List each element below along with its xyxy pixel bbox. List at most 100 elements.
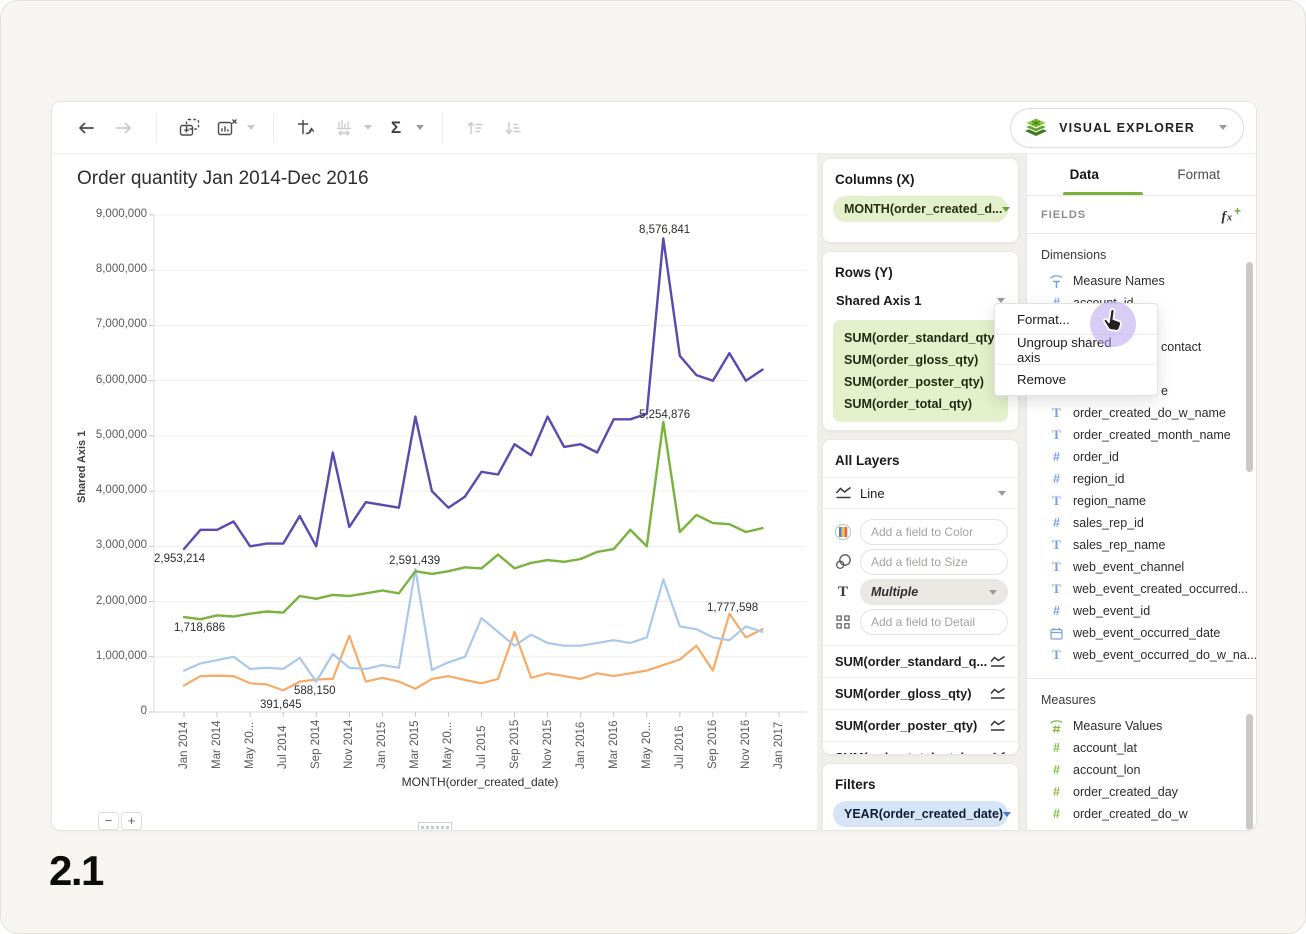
dimension-region-id[interactable]: #region_id <box>1027 468 1256 490</box>
dimension-sales-rep-name[interactable]: Tsales_rep_name <box>1027 534 1256 556</box>
x-tick-label: Jul 2014 <box>277 726 289 769</box>
layer-measure-sum-order-poster-qty[interactable]: SUM(order_poster_qty) <box>823 709 1018 741</box>
shared-axis-label: Shared Axis 1 <box>836 293 922 308</box>
rows-pill-group[interactable]: SUM(order_standard_qty)SUM(order_gloss_q… <box>833 320 1008 422</box>
dimension-measure-names[interactable]: Measure Names <box>1027 270 1256 292</box>
chevron-down-icon[interactable] <box>989 590 997 595</box>
aggregate-sigma-icon[interactable]: Σ <box>380 112 412 144</box>
series-line-gloss <box>184 569 763 682</box>
measure-measure-values[interactable]: Measure Values <box>1027 715 1256 737</box>
panel-tabs: Data Format <box>1027 154 1256 196</box>
chevron-down-icon[interactable] <box>998 491 1006 496</box>
forward-icon[interactable] <box>108 112 140 144</box>
text-type-icon: T <box>1049 559 1064 575</box>
dimensions-scrollbar[interactable] <box>1246 262 1253 472</box>
size-encoding-icon <box>833 553 853 571</box>
measure-account-lat[interactable]: #account_lat <box>1027 737 1256 759</box>
filter-pill-label: YEAR(order_created_date) <box>844 807 1003 821</box>
back-icon[interactable] <box>70 112 102 144</box>
sort-descending-icon[interactable] <box>497 112 529 144</box>
measures-section-label: Measures <box>1041 693 1256 707</box>
chevron-down-icon[interactable] <box>997 298 1005 303</box>
detail-field-input[interactable] <box>860 609 1008 635</box>
tab-data[interactable]: Data <box>1027 154 1142 195</box>
text-type-icon: T <box>1049 427 1064 443</box>
date-type-icon <box>1049 627 1064 640</box>
filter-pill[interactable]: YEAR(order_created_date) <box>833 801 1008 827</box>
measure-names-icon <box>1049 274 1064 289</box>
layer-measure-label: SUM(order_total_qty) <box>835 750 965 755</box>
plot-area[interactable]: 2,953,2141,718,6862,591,439391,645588,15… <box>154 215 807 712</box>
rows-pill-sum-order-poster-qty[interactable]: SUM(order_poster_qty) <box>844 371 997 393</box>
columns-pill-label: MONTH(order_created_d... <box>844 202 1002 216</box>
color-field-input[interactable] <box>860 519 1008 545</box>
dimension-order-created-do-w-name[interactable]: Torder_created_do_w_name <box>1027 402 1256 424</box>
rows-pill-sum-order-total-qty[interactable]: SUM(order_total_qty) <box>844 393 997 415</box>
zoom-in-button[interactable]: + <box>121 812 142 830</box>
dimension-web-event-occurred-do-w-na[interactable]: Tweb_event_occurred_do_w_na... <box>1027 644 1256 666</box>
dimension-sales-rep-id[interactable]: #sales_rep_id <box>1027 512 1256 534</box>
visual-explorer-button[interactable]: VISUAL EXPLORER <box>1010 108 1244 148</box>
measure-order-created-do-w[interactable]: #order_created_do_w <box>1027 803 1256 825</box>
measure-order-created-day[interactable]: #order_created_day <box>1027 781 1256 803</box>
layer-measure-sum-order-total-qty[interactable]: SUM(order_total_qty) <box>823 741 1018 755</box>
toolbar-divider <box>273 113 274 143</box>
shared-axis-dropdown[interactable]: Shared Axis 1 <box>836 289 1005 311</box>
dimension-web-event-id[interactable]: #web_event_id <box>1027 600 1256 622</box>
number-type-icon: # <box>1049 450 1064 464</box>
toolbar: Σ <box>52 102 1256 154</box>
columns-pill[interactable]: MONTH(order_created_d... <box>833 196 1008 222</box>
tab-format[interactable]: Format <box>1142 154 1257 195</box>
data-label: 391,645 <box>260 699 302 711</box>
x-tick-label: May 20... <box>244 722 256 769</box>
fields-header: FIELDS fx+ <box>1027 196 1256 234</box>
rows-pill-sum-order-standard-qty[interactable]: SUM(order_standard_qty) <box>844 327 997 349</box>
layer-measure-sum-order-gloss-qty[interactable]: SUM(order_gloss_qty) <box>823 677 1018 709</box>
add-calculated-field-icon[interactable]: fx+ <box>1221 204 1242 225</box>
text-type-icon: T <box>1049 493 1064 509</box>
duplicate-chart-icon[interactable] <box>173 112 205 144</box>
layer-measure-sum-order-standard-q[interactable]: SUM(order_standard_q... <box>823 645 1018 677</box>
menu-item-ungroup-shared-axis[interactable]: Ungroup shared axis <box>995 335 1157 364</box>
chevron-down-icon[interactable] <box>364 125 372 130</box>
sort-ascending-icon[interactable] <box>459 112 491 144</box>
layer-measure-label: SUM(order_standard_q... <box>835 654 987 669</box>
zoom-out-button[interactable]: − <box>98 812 119 830</box>
mark-type-dropdown[interactable]: Line <box>823 478 1018 508</box>
x-tick-label: Sep 2015 <box>509 720 521 769</box>
menu-item-remove[interactable]: Remove <box>995 365 1157 394</box>
dimension-order-created-month-name[interactable]: Torder_created_month_name <box>1027 424 1256 446</box>
dimension-web-event-occurred-date[interactable]: web_event_occurred_date <box>1027 622 1256 644</box>
size-field-input[interactable] <box>860 549 1008 575</box>
x-tick-label: Jan 2016 <box>575 722 587 769</box>
resize-handle[interactable] <box>418 822 452 831</box>
chevron-down-icon[interactable] <box>1003 812 1011 817</box>
dimension-order-id[interactable]: #order_id <box>1027 446 1256 468</box>
swap-axes-icon[interactable] <box>290 112 322 144</box>
measure-row[interactable]: # <box>1027 825 1256 830</box>
rows-pill-sum-order-gloss-qty[interactable]: SUM(order_gloss_qty) <box>844 349 997 371</box>
filters-shelf: Filters YEAR(order_created_date) <box>822 763 1019 831</box>
chevron-down-icon[interactable] <box>416 125 424 130</box>
dimension-web-event-created-occurred[interactable]: Tweb_event_created_occurred... <box>1027 578 1256 600</box>
field-label: web_event_channel <box>1073 560 1184 574</box>
number-type-icon: # <box>1049 785 1064 799</box>
dimension-web-event-channel[interactable]: Tweb_event_channel <box>1027 556 1256 578</box>
chevron-down-icon[interactable] <box>247 125 255 130</box>
text-type-icon: T <box>1049 581 1064 597</box>
series-line-poster <box>184 614 763 691</box>
columns-shelf-title: Columns (X) <box>835 172 1006 187</box>
bar-size-icon[interactable] <box>328 112 360 144</box>
measure-account-lon[interactable]: #account_lon <box>1027 759 1256 781</box>
y-tick-label: 2,000,000 <box>70 595 147 607</box>
field-label: web_event_created_occurred... <box>1073 582 1248 596</box>
y-axis-title: Shared Axis 1 <box>76 431 88 503</box>
app-window: Σ <box>51 101 1257 831</box>
dimension-region-name[interactable]: Tregion_name <box>1027 490 1256 512</box>
measures-scrollbar[interactable] <box>1246 714 1253 830</box>
remove-chart-icon[interactable] <box>211 112 243 144</box>
chevron-down-icon[interactable] <box>1002 207 1010 212</box>
field-label: web_event_occurred_date <box>1073 626 1220 640</box>
text-field-dropdown[interactable]: Multiple <box>860 579 1008 605</box>
x-tick-label: Jan 2015 <box>376 722 388 769</box>
